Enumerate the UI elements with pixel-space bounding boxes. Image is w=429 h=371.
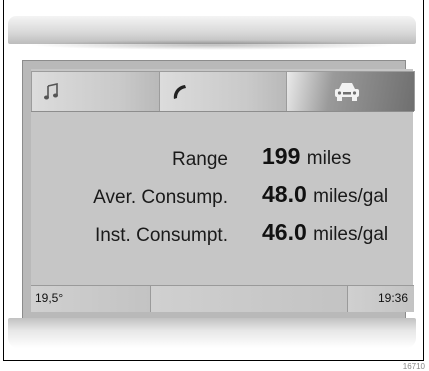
music-note-icon (44, 83, 58, 100)
tab-vehicle[interactable] (286, 71, 416, 111)
tab-phone[interactable] (158, 71, 288, 111)
status-bar: 19,5° 19:36 (31, 285, 414, 312)
instant-consumption-row: Inst. Consumpt. 46.0 miles/gal (31, 217, 414, 253)
range-value-group: 199 miles (262, 143, 351, 170)
status-bar-middle (151, 286, 348, 312)
trip-computer-panel: Range 199 miles Aver. Consump. 48.0 mile… (31, 113, 414, 273)
range-value: 199 (262, 143, 301, 169)
average-consumption-value-group: 48.0 miles/gal (262, 181, 388, 208)
instant-consumption-unit: miles/gal (313, 224, 389, 245)
range-unit: miles (306, 148, 352, 169)
instant-consumption-label: Inst. Consumpt. (94, 225, 228, 246)
outside-temperature: 19,5° (31, 286, 151, 312)
average-consumption-value: 48.0 (262, 181, 307, 207)
instant-consumption-value-group: 46.0 miles/gal (262, 219, 388, 246)
tab-music[interactable] (31, 71, 160, 111)
display-housing: Range 199 miles Aver. Consump. 48.0 mile… (22, 60, 416, 320)
clock: 19:36 (348, 286, 414, 312)
figure-number: 16710 (402, 362, 425, 371)
range-label: Range (172, 149, 228, 170)
car-icon (335, 83, 360, 101)
dashboard-bezel-top (8, 16, 416, 50)
average-consumption-label: Aver. Consump. (93, 187, 228, 208)
instant-consumption-value: 46.0 (262, 219, 307, 245)
range-row: Range 199 miles (31, 141, 414, 177)
tab-bar (31, 71, 416, 112)
dashboard-bezel-bottom (8, 318, 416, 348)
average-consumption-row: Aver. Consump. 48.0 miles/gal (31, 179, 414, 215)
average-consumption-unit: miles/gal (313, 186, 389, 207)
phone-handset-icon (173, 85, 186, 99)
